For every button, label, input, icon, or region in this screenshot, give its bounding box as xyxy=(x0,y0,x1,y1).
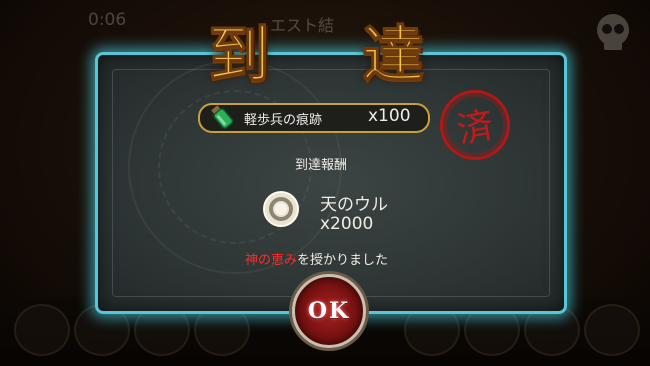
reward-heading: 到達報酬 xyxy=(295,158,348,173)
blessing-rest: を授かりました xyxy=(297,253,389,268)
blessing-highlight: 神の恵み xyxy=(245,253,298,268)
condition-label: 軽歩兵の痕跡 xyxy=(244,113,323,128)
ok-button[interactable]: OK xyxy=(292,274,366,348)
ok-button-label: OK xyxy=(307,298,351,324)
condition-count: x100 xyxy=(368,106,411,126)
blessing-message: 神の恵みを授かりました xyxy=(245,249,388,268)
achievement-condition-row: 軽歩兵の痕跡 x100 xyxy=(198,103,430,133)
banner-char-right: 達 xyxy=(361,18,425,92)
green-bottle-icon xyxy=(211,105,234,129)
banner-char-left: 到 xyxy=(207,18,271,92)
reward-name: 天のウル xyxy=(320,195,388,215)
reward-quantity: x2000 xyxy=(320,214,374,234)
ring-orb-icon xyxy=(263,191,299,227)
